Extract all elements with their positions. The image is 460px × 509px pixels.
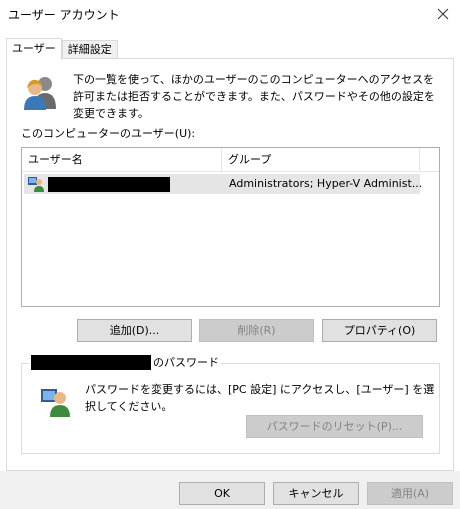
properties-button[interactable]: プロパティ(O) [322, 319, 437, 342]
column-header-username[interactable]: ユーザー名 [22, 148, 222, 172]
redacted-username-legend [31, 354, 151, 370]
tab-panel-users: 下の一覧を使って、ほかのユーザーのこのコンピューターへのアクセスを許可または拒否… [6, 58, 454, 471]
window-title: ユーザー アカウント [8, 8, 120, 22]
user-list[interactable]: ユーザー名 グループ Administrators; Hyper-V Admin… [21, 147, 440, 307]
add-button[interactable]: 追加(D)... [77, 319, 192, 342]
table-row[interactable]: Administrators; Hyper-V Administ... [24, 174, 423, 195]
tab-users[interactable]: ユーザー [6, 38, 62, 60]
password-instructions: パスワードを変更するには、[PC 設定] にアクセスし、[ユーザー] を選択して… [85, 383, 435, 413]
users-icon [23, 75, 57, 114]
password-groupbox-legend: のパスワード [29, 352, 221, 372]
user-password-icon [41, 387, 71, 420]
remove-button[interactable]: 削除(R) [199, 319, 314, 342]
user-icon [28, 176, 44, 195]
close-button[interactable] [426, 0, 460, 28]
tab-strip: ユーザー 詳細設定 [6, 38, 118, 60]
reset-password-button[interactable]: パスワードのリセット(P)... [246, 415, 423, 438]
title-bar: ユーザー アカウント [0, 0, 460, 28]
tab-advanced[interactable]: 詳細設定 [61, 40, 118, 60]
user-list-label: このコンピューターのユーザー(U): [21, 127, 196, 140]
password-legend-text: のパスワード [153, 356, 219, 369]
apply-button[interactable]: 適用(A) [367, 482, 453, 505]
redacted-username [48, 177, 170, 192]
column-header-group[interactable]: グループ [222, 148, 420, 172]
close-icon [437, 8, 449, 20]
intro-text: 下の一覧を使って、ほかのユーザーのこのコンピューターへのアクセスを許可または拒否… [73, 73, 435, 120]
cancel-button[interactable]: キャンセル [273, 482, 359, 505]
list-header: ユーザー名 グループ [22, 148, 439, 172]
dialog-button-bar: OK キャンセル 適用(A) [0, 471, 460, 509]
ok-button[interactable]: OK [179, 482, 265, 505]
row-group-cell: Administrators; Hyper-V Administ... [229, 177, 423, 190]
